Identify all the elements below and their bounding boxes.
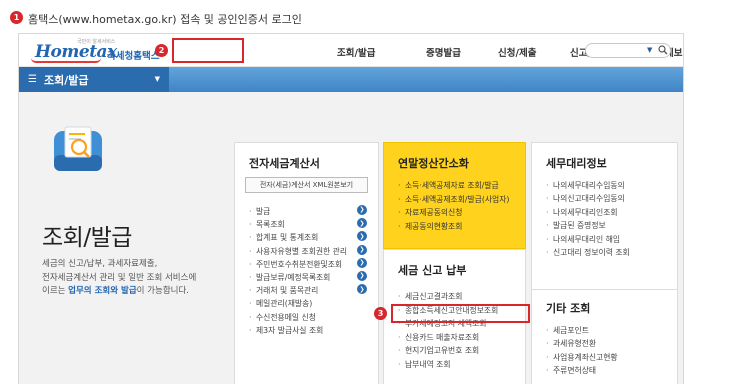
inquiry-document-icon <box>54 126 102 171</box>
list-item[interactable]: 나의세무대리인 해임 <box>546 233 630 247</box>
arrow-right-icon[interactable]: ❯ <box>357 205 367 215</box>
list-item[interactable]: 신고대리 정보이력 조회 <box>546 246 630 260</box>
arrow-right-icon[interactable]: ❯ <box>357 284 367 295</box>
search-icon[interactable] <box>658 45 668 55</box>
list-item[interactable]: 거래처 및 품목관리 ❯ <box>249 284 367 298</box>
list-item-label: 발급 <box>256 207 271 216</box>
list-item[interactable]: 발급 ❯ <box>249 205 367 218</box>
nav-item-application[interactable]: 신청/제출 <box>498 45 536 59</box>
browser-frame: 국민이 알세서비스 Hometax 국세청홈택스 조회/발급 증명발급 신청/제… <box>18 33 684 384</box>
panel-title: 세무대리정보 <box>546 157 607 170</box>
list-item[interactable]: 세금포인트 <box>546 324 618 338</box>
list-item[interactable]: 발급된 증명정보 <box>546 219 630 233</box>
arrow-right-icon[interactable]: ❯ <box>357 257 367 268</box>
xml-view-button[interactable]: 전자(세금)계산서 XML원본보기 <box>245 177 368 193</box>
tax-filing-panel: 세금 신고 납부 세금신고결과조회 종합소득세신고안내정보조회 부가세예정고지 … <box>383 249 526 384</box>
list-item-label: 목록조회 <box>256 220 285 230</box>
list-item[interactable]: 주민번호수취분전환및조회 ❯ <box>249 257 367 271</box>
description-text: 이르는 <box>42 286 69 296</box>
list-item[interactable]: 합계표 및 통계조회 ❯ <box>249 231 367 245</box>
step-2-badge: 2 <box>155 44 168 57</box>
list-item[interactable]: 나의신고대리수임동의 <box>546 192 630 206</box>
arrow-right-icon[interactable]: ❯ <box>357 218 367 229</box>
description-line: 세금의 신고/납부, 과세자료제출, <box>42 259 158 269</box>
list-item-label: 거래처 및 품목관리 <box>256 286 319 296</box>
panel-title: 연말정산간소화 <box>398 157 469 170</box>
list-item[interactable]: 소득·세액공제자료 조회/발급 <box>398 179 509 193</box>
list-item[interactable]: 발급보류/예정목록조회 ❯ <box>249 270 367 284</box>
tax-agent-panel: 세무대리정보 나의세무대리수임동의 나의신고대리수임동의 나의세무대리인조회 발… <box>531 142 678 297</box>
list-item[interactable]: 목록조회 ❯ <box>249 218 367 232</box>
list-item-label: 발급보류/예정목록조회 <box>256 272 331 282</box>
logo-swoosh-icon <box>31 58 101 63</box>
list-item[interactable]: 소득·세액공제조회/발급(사업자) <box>398 193 509 207</box>
list-item[interactable]: 사용자유형별 조회권한 관리 ❯ <box>249 244 367 258</box>
other-inquiry-panel: 기타 조회 세금포인트 과세유형전환 사업용계좌신고현황 주류면허상태 <box>531 289 678 384</box>
site-header: 국민이 알세서비스 Hometax 국세청홈택스 조회/발급 증명발급 신청/제… <box>19 34 683 67</box>
section-bar: ☰ 조회/발급 ▼ <box>19 67 683 92</box>
step-1-badge: 1 <box>10 11 23 24</box>
chevron-down-icon: ▼ <box>154 75 160 83</box>
breadcrumb-dropdown[interactable]: ☰ 조회/발급 ▼ <box>19 67 169 92</box>
list-item[interactable]: 납부내역 조회 <box>398 358 498 372</box>
list-item[interactable]: 주류면허상태 <box>546 364 618 378</box>
list-item[interactable]: 과세유형전환 <box>546 337 618 351</box>
search-dropdown-icon[interactable]: ▼ <box>647 46 652 54</box>
page-description: 세금의 신고/납부, 과세자료제출, 전자세금계산서 관리 및 일반 조회 서비… <box>42 258 242 299</box>
list-item-label: 합계표 및 통계조회 <box>256 233 319 243</box>
panel-title: 전자세금계산서 <box>249 157 320 170</box>
arrow-right-icon[interactable]: ❯ <box>357 270 367 281</box>
panel-title: 기타 조회 <box>546 302 591 315</box>
yearend-settlement-panel: 연말정산간소화 소득·세액공제자료 조회/발급 소득·세액공제조회/발급(사업자… <box>383 142 526 249</box>
list-item[interactable]: 메일관리(재발송) <box>249 297 347 310</box>
list-item-label: 주민번호수취분전환및조회 <box>256 259 343 269</box>
etax-menu-list: 발급 ❯ 목록조회 ❯ 합계표 및 통계조회 ❯ 사용자유형별 조회권한 관리 ❯ 주민… <box>249 205 367 337</box>
list-item[interactable]: 제3자 발급사실 조회 <box>249 324 347 337</box>
description-line: 전자세금계산서 관리 및 일반 조회 서비스에 <box>42 272 197 283</box>
list-item[interactable]: 부가세예정고지 세액조회 <box>398 317 498 331</box>
list-item[interactable]: 제공동의현황조회 <box>398 220 509 234</box>
instruction-caption: 홈택스(www.hometax.go.kr) 접속 및 공인인증서 로그인 <box>28 13 302 26</box>
breadcrumb-label: 조회/발급 <box>43 73 89 87</box>
panel-title: 세금 신고 납부 <box>398 264 467 277</box>
list-item[interactable]: 수신전용메일 신청 <box>249 311 347 324</box>
list-item[interactable]: 신용카드 매출자료조회 <box>398 331 498 345</box>
list-item[interactable]: 세금신고결과조회 <box>398 290 498 304</box>
main-content: 조회/발급 세금의 신고/납부, 과세자료제출, 전자세금계산서 관리 및 일반… <box>19 92 683 384</box>
yearend-menu-list: 소득·세액공제자료 조회/발급 소득·세액공제조회/발급(사업자) 자료제공동의… <box>398 179 509 233</box>
list-item-label: 사용자유형별 조회권한 관리 <box>256 246 348 256</box>
list-item[interactable]: 자료제공동의신청 <box>398 206 509 220</box>
agent-menu-list: 나의세무대리수임동의 나의신고대리수임동의 나의세무대리인조회 발급된 증명정보… <box>546 179 630 260</box>
menu-icon: ☰ <box>28 74 37 85</box>
description-emphasis: 업무의 조회와 발급 <box>68 286 137 296</box>
nav-item-certificate[interactable]: 증명발급 <box>426 45 461 59</box>
etax-invoice-panel: 전자세금계산서 전자(세금)계산서 XML원본보기 발급 ❯ 목록조회 ❯ 합계표 … <box>234 142 379 384</box>
logo-subtitle: 국세청홈택스 <box>107 51 160 62</box>
nav-item-inquiry[interactable]: 조회/발급 <box>337 45 375 59</box>
arrow-right-icon[interactable]: ❯ <box>357 231 367 242</box>
page-title: 조회/발급 <box>42 225 132 251</box>
description-text: 이 가능합니다. <box>136 286 189 296</box>
description-line: 이르는 업무의 조회와 발급이 가능합니다. <box>42 285 242 299</box>
arrow-right-icon[interactable]: ❯ <box>357 244 367 255</box>
etc-menu-list: 세금포인트 과세유형전환 사업용계좌신고현황 주류면허상태 <box>546 324 618 378</box>
search-input[interactable] <box>592 45 644 56</box>
step-3-badge: 3 <box>374 307 387 320</box>
list-item[interactable]: 사업용계좌신고현황 <box>546 351 618 365</box>
list-item[interactable]: 나의세무대리인조회 <box>546 206 630 220</box>
list-item[interactable]: 나의세무대리수임동의 <box>546 179 630 193</box>
filing-menu-list: 세금신고결과조회 종합소득세신고안내정보조회 부가세예정고지 세액조회 신용카드… <box>398 290 498 372</box>
list-item-highlighted[interactable]: 종합소득세신고안내정보조회 <box>398 304 498 318</box>
search-box[interactable]: ▼ <box>585 43 671 58</box>
list-item[interactable]: 현지기업고유번호 조회 <box>398 344 498 358</box>
